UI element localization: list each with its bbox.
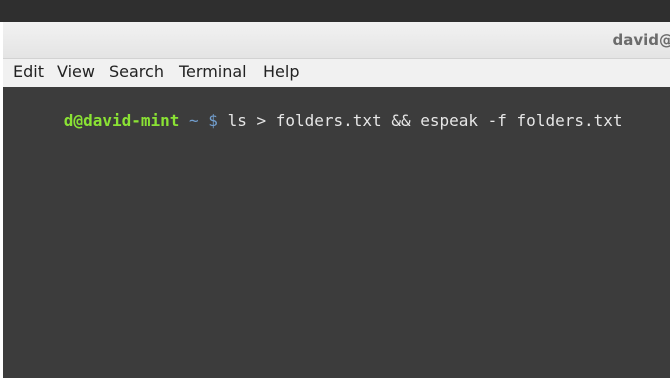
screenshot-frame: david@ Edit View Search Terminal Help d@… <box>0 0 670 383</box>
prompt-directory: ~ $ <box>179 111 228 130</box>
menu-bar: Edit View Search Terminal Help <box>3 59 670 87</box>
command-line[interactable]: d@david-mint ~ $ ls > folders.txt && esp… <box>6 91 623 151</box>
menu-terminal[interactable]: Terminal <box>179 62 247 82</box>
menu-search[interactable]: Search <box>109 62 164 82</box>
window-title: david@ <box>612 31 670 49</box>
menu-help[interactable]: Help <box>263 62 299 82</box>
typed-command: ls > folders.txt && espeak -f folders.tx… <box>227 111 623 130</box>
prompt-user-host: d@david-mint <box>63 111 180 130</box>
menu-edit[interactable]: Edit <box>13 62 44 82</box>
window-titlebar[interactable]: david@ <box>3 22 670 59</box>
terminal-output-area[interactable]: d@david-mint ~ $ ls > folders.txt && esp… <box>3 87 670 378</box>
window-bottom-edge <box>3 378 670 383</box>
menu-view[interactable]: View <box>57 62 95 82</box>
desktop-top-panel <box>0 0 670 22</box>
